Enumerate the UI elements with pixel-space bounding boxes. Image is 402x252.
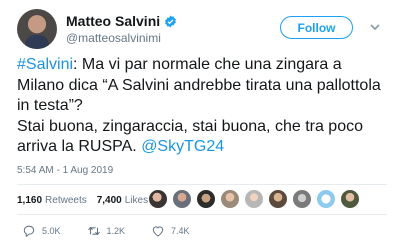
likes-stat[interactable]: 7,400 Likes [97,195,148,206]
liker-avatar[interactable] [316,189,336,209]
verified-badge-icon [165,15,177,27]
mention-link[interactable]: @SkyTG24 [141,138,224,155]
liker-avatars [148,189,364,209]
retweet-button[interactable]: 1.2K [87,224,126,238]
tweet-text: #Salvini: Ma vi par normale che una zing… [17,55,389,158]
liker-avatar[interactable] [196,189,216,209]
follow-button[interactable]: Follow [280,16,353,39]
author-name[interactable]: Matteo Salvini [66,13,160,29]
liker-avatar[interactable] [148,189,168,209]
retweets-label: Retweets [45,194,87,206]
tweet-actions: 5.0K 1.2K 7.4K [22,224,216,238]
avatar[interactable] [17,9,57,49]
tweet-header: Matteo Salvini @matteosalvinimi Follow [17,9,389,49]
divider-top [17,184,387,185]
like-button[interactable]: 7.4K [151,224,190,238]
engagement-stats: 1,160 Retweets 7,400 Likes [17,188,158,212]
liker-avatar[interactable] [172,189,192,209]
reply-button[interactable]: 5.0K [22,224,61,238]
author-name-row[interactable]: Matteo Salvini [66,13,177,29]
likes-label: Likes [124,194,149,206]
hashtag-link[interactable]: #Salvini [17,56,73,73]
liker-avatar[interactable] [292,189,312,209]
divider-bottom [17,214,387,215]
reply-count: 5.0K [42,226,61,236]
retweets-count: 1,160 [17,194,43,206]
reply-icon [23,225,35,237]
liker-avatar[interactable] [268,189,288,209]
chevron-down-icon[interactable] [370,23,380,31]
liker-avatar[interactable] [244,189,264,209]
author-handle[interactable]: @matteosalvinimi [66,31,161,45]
timestamp[interactable]: 5:54 AM - 1 Aug 2019 [17,165,113,176]
retweet-icon [87,226,100,236]
heart-icon [152,226,164,237]
liker-avatar[interactable] [220,189,240,209]
liker-avatar[interactable] [340,189,360,209]
retweet-count: 1.2K [106,226,126,236]
likes-count: 7,400 [96,194,122,206]
like-count: 7.4K [171,226,190,236]
retweets-stat[interactable]: 1,160 Retweets [17,195,87,206]
